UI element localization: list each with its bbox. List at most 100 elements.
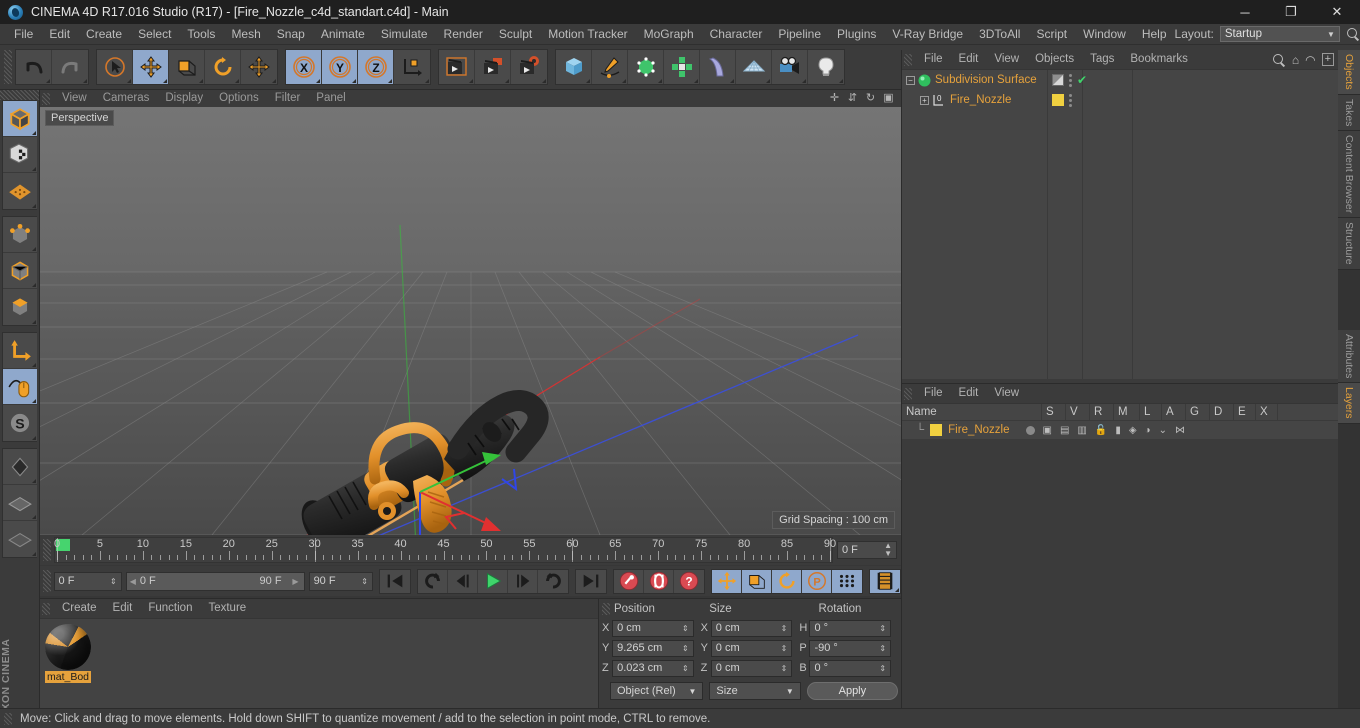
model-mode-icon[interactable] (3, 101, 37, 137)
menu-character[interactable]: Character (702, 24, 771, 45)
phong-tag-icon[interactable] (1052, 74, 1064, 86)
layer-menu-file[interactable]: File (916, 384, 951, 403)
workplane-icon[interactable] (3, 173, 37, 209)
position-z-field[interactable]: 0.023 cm ⇕ (612, 659, 694, 677)
light-icon[interactable] (808, 50, 844, 84)
range-right-arrow-icon[interactable]: ▶ (292, 577, 298, 586)
spinner-icon[interactable]: ⇕ (781, 644, 788, 653)
menu-help[interactable]: Help (1134, 24, 1175, 45)
layer-column-d[interactable]: D (1210, 403, 1234, 421)
y-axis-icon[interactable]: Y (322, 50, 358, 84)
render-view-icon[interactable] (439, 50, 475, 84)
object-menu-tags[interactable]: Tags (1082, 50, 1122, 69)
layer-manager-grip[interactable] (904, 387, 912, 400)
enabled-check-icon[interactable]: ✔ (1077, 73, 1087, 87)
viewport-menu-filter[interactable]: Filter (267, 90, 309, 107)
visible-icon[interactable]: ▣ (1043, 425, 1052, 436)
generator-icon[interactable]: ◈ (1129, 425, 1137, 436)
preview-range-bar[interactable]: ◀ 0 F 90 F ▶ (125, 571, 305, 591)
viewport-menu-view[interactable]: View (54, 90, 95, 107)
spinner-icon[interactable]: ⇕ (781, 664, 788, 673)
cube-primitive-icon[interactable] (556, 50, 592, 84)
menu-mesh[interactable]: Mesh (223, 24, 268, 45)
layer-menu-view[interactable]: View (986, 384, 1027, 403)
menu-snap[interactable]: Snap (269, 24, 313, 45)
side-tab-content-browser[interactable]: Content Browser (1338, 131, 1360, 219)
menu-v-ray-bridge[interactable]: V-Ray Bridge (884, 24, 971, 45)
render-icon[interactable]: ▤ (1060, 425, 1069, 436)
axis-mode-icon[interactable] (3, 333, 37, 369)
layer-column-a[interactable]: A (1162, 403, 1186, 421)
expand-toggle-icon[interactable]: − (906, 75, 915, 85)
rotate-icon[interactable] (205, 50, 241, 84)
spinner-icon[interactable]: ⇕ (682, 644, 689, 653)
menu-file[interactable]: File (6, 24, 41, 45)
timeline-grip[interactable] (43, 539, 51, 561)
move-dup-icon[interactable] (241, 50, 277, 84)
viewport-menu-display[interactable]: Display (157, 90, 211, 107)
home-icon[interactable]: ⌂ (1292, 53, 1299, 67)
side-tab-objects[interactable]: Objects (1338, 50, 1360, 95)
timeline-ruler[interactable]: 051015202530354045505560657075808590 (54, 537, 836, 563)
size-x-field[interactable]: 0 cm ⇕ (710, 619, 793, 637)
lock-icon[interactable]: 🔓 (1095, 425, 1107, 436)
rotate-view-icon[interactable]: ↻ (864, 92, 877, 105)
manager-icon[interactable]: ▥ (1077, 425, 1086, 436)
menu-tools[interactable]: Tools (179, 24, 223, 45)
material-list[interactable]: mat_Bod (40, 618, 598, 708)
viewport-menu-grip[interactable] (42, 92, 50, 105)
planar-workplane-icon[interactable] (3, 521, 37, 557)
search-icon[interactable] (1346, 27, 1360, 41)
ellipse-icon[interactable]: ◠ (1305, 53, 1315, 67)
render-settings-icon[interactable] (511, 50, 547, 84)
playback-current-frame-field[interactable]: 0 F ⇕ (53, 571, 122, 591)
spinner-icon[interactable]: ⇕ (879, 644, 886, 653)
tag-dots-icon[interactable] (1069, 73, 1072, 87)
xref-icon[interactable]: ⋈ (1175, 425, 1185, 436)
current-frame-field[interactable]: 0 F ▲ ▼ (837, 541, 897, 559)
menu-create[interactable]: Create (78, 24, 130, 45)
range-left-arrow-icon[interactable]: ◀ (130, 577, 136, 586)
menu-render[interactable]: Render (436, 24, 491, 45)
spinner-icon[interactable]: ⇕ (879, 624, 886, 633)
live-selection-icon[interactable] (97, 50, 133, 84)
goto-start-icon[interactable] (380, 569, 410, 593)
menu-plugins[interactable]: Plugins (829, 24, 884, 45)
maximize-view-icon[interactable]: ▣ (882, 92, 895, 105)
expression-icon[interactable]: ⌄ (1159, 425, 1167, 436)
menu-motion-tracker[interactable]: Motion Tracker (540, 24, 635, 45)
point-mode-icon[interactable] (3, 217, 37, 253)
layer-menu-edit[interactable]: Edit (951, 384, 987, 403)
edge-mode-icon[interactable] (3, 253, 37, 289)
solo-icon[interactable] (1025, 425, 1035, 435)
timeline-icon[interactable] (870, 569, 900, 593)
deformer-icon[interactable]: ◑ (1145, 425, 1151, 436)
size-y-field[interactable]: 0 cm ⇕ (710, 639, 793, 657)
array-icon[interactable] (664, 50, 700, 84)
object-menu-file[interactable]: File (916, 50, 951, 69)
object-menu-bookmarks[interactable]: Bookmarks (1122, 50, 1196, 69)
side-tab-structure[interactable]: Structure (1338, 218, 1360, 270)
coordinates-grip[interactable] (602, 602, 610, 615)
layout-dropdown[interactable]: Startup ▼ (1219, 26, 1340, 42)
menu-pipeline[interactable]: Pipeline (770, 24, 829, 45)
object-row-fire-nozzle[interactable]: + 0 Fire_Nozzle (902, 90, 1338, 110)
layer-column-x[interactable]: X (1256, 403, 1278, 421)
polygon-mode-icon[interactable] (3, 289, 37, 325)
side-tab-takes[interactable]: Takes (1338, 94, 1360, 132)
spinner-icon[interactable]: ⇕ (781, 624, 788, 633)
material-menu-function[interactable]: Function (140, 599, 200, 618)
spinner-icon[interactable]: ⇕ (361, 577, 368, 586)
layer-column-r[interactable]: R (1090, 403, 1114, 421)
coordinate-mode-dropdown[interactable]: Object (Rel) ▼ (610, 682, 704, 700)
quantize-icon[interactable] (3, 449, 37, 485)
layer-column-name[interactable]: Name (902, 403, 1042, 421)
layer-column-v[interactable]: V (1066, 403, 1090, 421)
goto-end-icon[interactable] (576, 569, 606, 593)
material-menu-create[interactable]: Create (54, 599, 105, 618)
texture-mode-icon[interactable] (3, 137, 37, 173)
menu-select[interactable]: Select (130, 24, 179, 45)
object-menu-edit[interactable]: Edit (951, 50, 987, 69)
spinner-icon[interactable]: ▲ ▼ (884, 542, 892, 558)
spinner-icon[interactable]: ⇕ (879, 664, 886, 673)
